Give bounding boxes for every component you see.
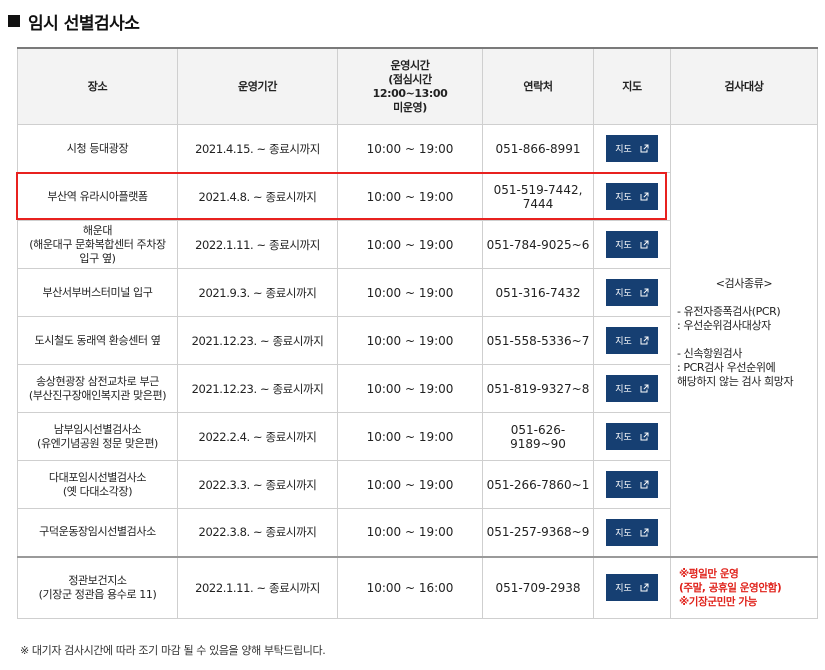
period-cell: 2021.12.23. ~ 종료시까지	[177, 364, 338, 413]
phone-cell: 051-519-7442, 7444	[482, 172, 594, 221]
map-button-label: 지도	[615, 336, 632, 346]
period-cell: 2021.12.23. ~ 종료시까지	[177, 316, 338, 365]
period-cell: 2021.4.8. ~ 종료시까지	[177, 172, 338, 221]
hours-cell: 10:00 ~ 19:00	[337, 364, 483, 413]
place-cell: 해운대 (해운대구 문화복합센터 주차장 입구 옆)	[17, 220, 178, 269]
external-link-icon	[640, 432, 649, 441]
hours-cell: 10:00 ~ 19:00	[337, 508, 483, 557]
header-map: 지도	[593, 47, 671, 125]
target-pcr-text: - 유전자증폭검사(PCR) : 우선순위검사대상자	[677, 305, 781, 333]
external-link-icon	[640, 336, 649, 345]
table-header-row: 장소 운영기간 운영시간 (점심시간 12:00~13:00 미운영) 연락처 …	[17, 47, 818, 125]
phone-cell: 051-866-8991	[482, 124, 594, 173]
phone-cell: 051-819-9327~8	[482, 364, 594, 413]
external-link-icon	[640, 480, 649, 489]
map-button[interactable]: 지도	[606, 135, 658, 162]
phone-cell: 051-709-2938	[482, 555, 594, 619]
period-cell: 2021.4.15. ~ 종료시까지	[177, 124, 338, 173]
footnote: ※ 대기자 검사시간에 따라 조기 마감 될 수 있음을 양해 부탁드립니다.	[20, 644, 326, 657]
place-cell: 부산서부버스터미널 입구	[17, 268, 178, 317]
period-cell: 2022.1.11. ~ 종료시까지	[177, 555, 338, 619]
map-button[interactable]: 지도	[606, 574, 658, 602]
map-button-label: 지도	[615, 432, 632, 442]
map-cell: 지도	[593, 364, 671, 413]
hours-cell: 10:00 ~ 19:00	[337, 316, 483, 365]
external-link-icon	[640, 288, 649, 297]
map-button-label: 지도	[615, 144, 632, 154]
map-button[interactable]: 지도	[606, 279, 658, 306]
external-link-icon	[640, 240, 649, 249]
external-link-icon	[640, 192, 649, 201]
header-contact: 연락처	[482, 47, 594, 125]
map-cell: 지도	[593, 316, 671, 365]
place-cell: 시청 등대광장	[17, 124, 178, 173]
hours-cell: 10:00 ~ 19:00	[337, 412, 483, 461]
hours-cell: 10:00 ~ 19:00	[337, 124, 483, 173]
external-link-icon	[640, 144, 649, 153]
square-bullet-icon	[8, 15, 20, 27]
map-cell: 지도	[593, 220, 671, 269]
period-cell: 2022.1.11. ~ 종료시까지	[177, 220, 338, 269]
header-period: 운영기간	[177, 47, 338, 125]
section-title: 임시 선별검사소	[8, 6, 140, 36]
header-place: 장소	[17, 47, 178, 125]
period-cell: 2022.2.4. ~ 종료시까지	[177, 412, 338, 461]
map-button-label: 지도	[615, 240, 632, 250]
target-rapid-text: - 신속항원검사 : PCR검사 우선순위에 해당하지 않는 검사 희망자	[677, 347, 794, 389]
map-cell: 지도	[593, 555, 671, 619]
map-button-label: 지도	[615, 192, 632, 202]
page-title: 임시 선별검사소	[28, 13, 140, 34]
phone-cell: 051-266-7860~1	[482, 460, 594, 509]
place-cell: 송상현광장 삼전교차로 부근 (부산진구장애인복지관 맞은편)	[17, 364, 178, 413]
hours-cell: 10:00 ~ 19:00	[337, 460, 483, 509]
place-cell: 부산역 유라시아플랫폼	[17, 172, 178, 221]
map-button[interactable]: 지도	[606, 471, 658, 498]
map-button[interactable]: 지도	[606, 327, 658, 354]
phone-cell: 051-257-9368~9	[482, 508, 594, 557]
map-button-label: 지도	[615, 480, 632, 490]
map-button-label: 지도	[615, 384, 632, 394]
place-cell: 도시철도 동래역 환승센터 옆	[17, 316, 178, 365]
table-row: 시청 등대광장 2021.4.15. ~ 종료시까지 10:00 ~ 19:00 05…	[17, 124, 818, 557]
period-cell: 2022.3.3. ~ 종료시까지	[177, 460, 338, 509]
map-cell: 지도	[593, 508, 671, 557]
phone-cell: 051-316-7432	[482, 268, 594, 317]
target-heading: <검사종류>	[715, 277, 773, 291]
external-link-icon	[640, 384, 649, 393]
place-cell: 다대포임시선별검사소 (옛 다대소각장)	[17, 460, 178, 509]
map-cell: 지도	[593, 460, 671, 509]
header-target: 검사대상	[670, 47, 818, 125]
map-button-label: 지도	[615, 583, 632, 594]
target-cell: <검사종류> - 유전자증폭검사(PCR) : 우선순위검사대상자 - 신속항원검사…	[670, 124, 818, 557]
period-cell: 2021.9.3. ~ 종료시까지	[177, 268, 338, 317]
phone-cell: 051-558-5336~7	[482, 316, 594, 365]
hours-cell: 10:00 ~ 19:00	[337, 172, 483, 221]
place-cell: 남부임시선별검사소 (유엔기념공원 정문 맞은편)	[17, 412, 178, 461]
map-cell: 지도	[593, 124, 671, 173]
map-cell: 지도	[593, 268, 671, 317]
map-button-label: 지도	[615, 527, 632, 538]
header-hours: 운영시간 (점심시간 12:00~13:00 미운영)	[337, 47, 483, 125]
operation-note: ※평일만 운영 (주말, 공휴일 운영안함) ※기장군민만 가능	[670, 555, 818, 619]
map-cell: 지도	[593, 412, 671, 461]
phone-cell: 051-626-9189~90	[482, 412, 594, 461]
place-cell: 정관보건지소 (기장군 정관읍 용수로 11)	[17, 555, 178, 619]
map-button[interactable]: 지도	[606, 375, 658, 402]
map-button[interactable]: 지도	[606, 423, 658, 450]
screening-center-table: 장소 운영기간 운영시간 (점심시간 12:00~13:00 미운영) 연락처 …	[17, 47, 818, 619]
map-button[interactable]: 지도	[606, 183, 658, 210]
hours-cell: 10:00 ~ 19:00	[337, 268, 483, 317]
map-button[interactable]: 지도	[606, 231, 658, 258]
place-cell: 구덕운동장임시선별검사소	[17, 508, 178, 557]
map-button[interactable]: 지도	[606, 518, 658, 546]
table-row: 정관보건지소 (기장군 정관읍 용수로 11) 2022.1.11. ~ 종료시까…	[17, 555, 818, 619]
map-button-label: 지도	[615, 288, 632, 298]
phone-cell: 051-784-9025~6	[482, 220, 594, 269]
hours-cell: 10:00 ~ 19:00	[337, 220, 483, 269]
hours-cell: 10:00 ~ 16:00	[337, 555, 483, 619]
map-cell: 지도	[593, 172, 671, 221]
period-cell: 2022.3.8. ~ 종료시까지	[177, 508, 338, 557]
external-link-icon	[640, 583, 649, 592]
external-link-icon	[640, 528, 649, 537]
